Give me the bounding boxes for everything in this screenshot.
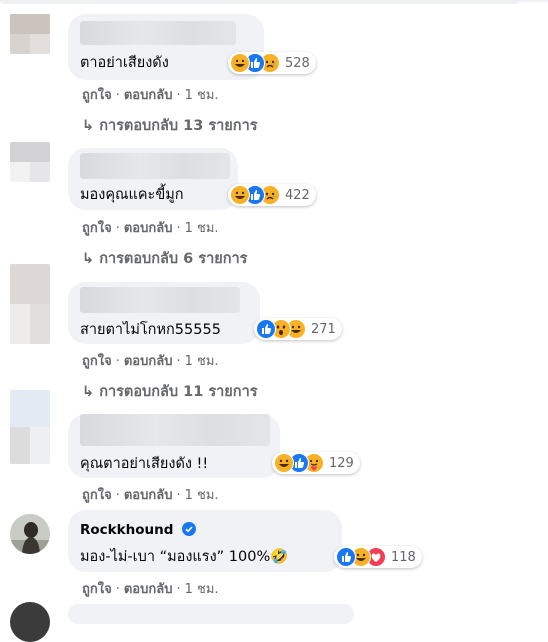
timestamp[interactable]: 1 ชม. bbox=[185, 88, 219, 103]
haha-icon bbox=[230, 185, 250, 205]
comment-actions: ถูกใจ · ตอบกลับ · 1 ชม. bbox=[82, 354, 219, 369]
comment-text: มองคุณแคะขี้มูก bbox=[80, 187, 184, 203]
comment-actions: ถูกใจ · ตอบกลับ · 1 ชม. bbox=[82, 221, 219, 236]
view-replies-link[interactable]: ↳ การตอบกลับ 13 รายการ bbox=[82, 114, 258, 137]
avatar[interactable] bbox=[10, 602, 50, 642]
reaction-count: 271 bbox=[311, 321, 336, 337]
reply-link[interactable]: ตอบกลับ bbox=[124, 221, 173, 236]
author-name[interactable]: Rockkhound bbox=[80, 522, 173, 538]
comment-bubble: คุณตาอย่าเสียงดัง !! bbox=[68, 414, 280, 478]
comment-text: คุณตาอย่าเสียงดัง !! bbox=[80, 456, 209, 472]
blurred-author-name[interactable] bbox=[80, 153, 230, 179]
blurred-author-name[interactable] bbox=[80, 21, 236, 45]
blurred-author-name[interactable] bbox=[80, 414, 270, 446]
avatar[interactable] bbox=[10, 264, 50, 344]
like-link[interactable]: ถูกใจ bbox=[82, 582, 112, 597]
comment-actions: ถูกใจ · ตอบกลับ · 1 ชม. bbox=[82, 88, 219, 103]
reaction-count: 528 bbox=[285, 55, 310, 71]
like-link[interactable]: ถูกใจ bbox=[82, 488, 112, 503]
comment-text: ตาอย่าเสียงดัง bbox=[80, 55, 169, 71]
reaction-summary[interactable]: 422 bbox=[228, 184, 316, 206]
like-link[interactable]: ถูกใจ bbox=[82, 354, 112, 369]
reaction-summary[interactable]: 129 bbox=[272, 452, 360, 474]
like-link[interactable]: ถูกใจ bbox=[82, 88, 112, 103]
avatar[interactable] bbox=[10, 514, 50, 554]
like-icon bbox=[256, 319, 276, 339]
haha-icon bbox=[230, 53, 250, 73]
reply-link[interactable]: ตอบกลับ bbox=[124, 354, 173, 369]
verified-badge-icon bbox=[181, 521, 196, 540]
comment-bubble: มองคุณแคะขี้มูก bbox=[68, 148, 238, 210]
avatar[interactable] bbox=[10, 14, 50, 54]
comment-actions: ถูกใจ · ตอบกลับ · 1 ชม. bbox=[82, 582, 219, 597]
view-replies-link[interactable]: ↳ การตอบกลับ 11 รายการ bbox=[82, 380, 258, 403]
comment-actions: ถูกใจ · ตอบกลับ · 1 ชม. bbox=[82, 488, 219, 503]
reply-link[interactable]: ตอบกลับ bbox=[124, 488, 173, 503]
haha-icon bbox=[274, 453, 294, 473]
reply-link[interactable]: ตอบกลับ bbox=[124, 88, 173, 103]
comment-text: มอง-ไม่-เบา “มองแรง” 100%🤣 bbox=[80, 549, 289, 565]
reaction-count: 129 bbox=[329, 455, 354, 471]
timestamp[interactable]: 1 ชม. bbox=[185, 582, 219, 597]
reaction-count: 422 bbox=[285, 187, 310, 203]
reaction-count: 118 bbox=[391, 549, 416, 565]
timestamp[interactable]: 1 ชม. bbox=[185, 488, 219, 503]
timestamp[interactable]: 1 ชม. bbox=[185, 221, 219, 236]
reaction-summary[interactable]: 271 bbox=[254, 318, 342, 340]
reaction-summary[interactable]: 118 bbox=[334, 546, 422, 568]
like-link[interactable]: ถูกใจ bbox=[82, 221, 112, 236]
timestamp[interactable]: 1 ชม. bbox=[185, 354, 219, 369]
view-replies-link[interactable]: ↳ การตอบกลับ 6 รายการ bbox=[82, 247, 247, 270]
blurred-author-name[interactable] bbox=[80, 287, 240, 313]
comment-bubble bbox=[68, 604, 354, 624]
partial-reaction-top bbox=[0, 0, 520, 4]
comment-text: สายตาไม่โกหก55555 bbox=[80, 322, 221, 338]
like-icon bbox=[336, 547, 356, 567]
comment-bubble: สายตาไม่โกหก55555 bbox=[68, 282, 260, 344]
comment-bubble: Rockkhound มอง-ไม่-เบา “มองแรง” 100%🤣 bbox=[68, 510, 342, 572]
avatar[interactable] bbox=[10, 142, 50, 182]
reaction-summary[interactable]: 528 bbox=[228, 52, 316, 74]
reply-link[interactable]: ตอบกลับ bbox=[124, 582, 173, 597]
avatar[interactable] bbox=[10, 390, 50, 464]
